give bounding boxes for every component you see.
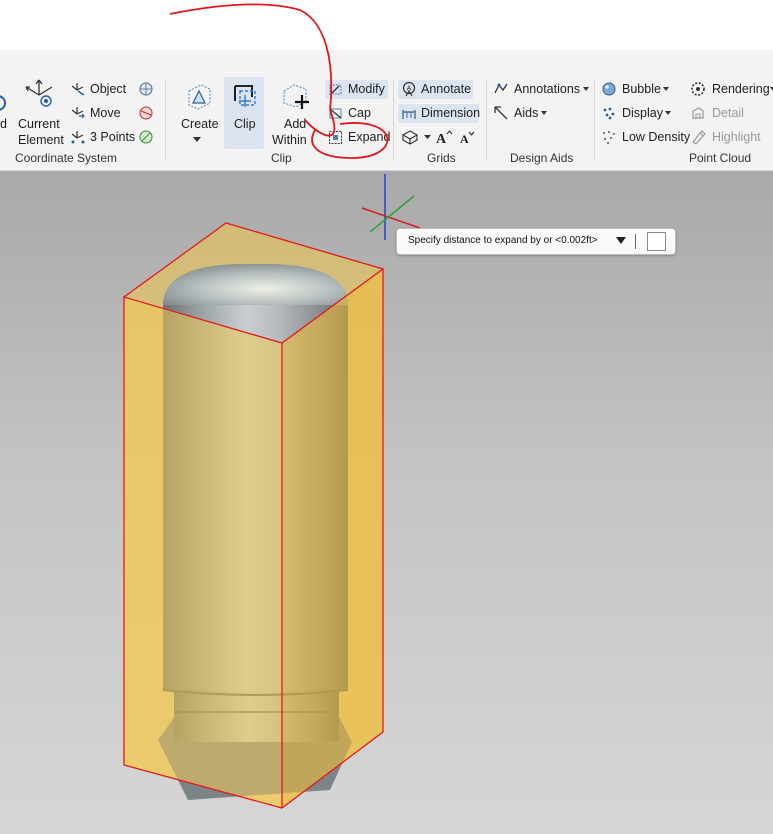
distance-input[interactable] [647, 232, 666, 251]
prompt-text: Specify distance to expand by or <0.002f… [408, 235, 598, 246]
command-prompt-box: Specify distance to expand by or <0.002f… [396, 228, 676, 255]
prompt-dropdown-arrow-icon[interactable] [616, 237, 626, 244]
viewport-scene [122, 3, 421, 809]
prompt-divider [635, 234, 636, 249]
red-annotation-circle [169, 3, 389, 159]
